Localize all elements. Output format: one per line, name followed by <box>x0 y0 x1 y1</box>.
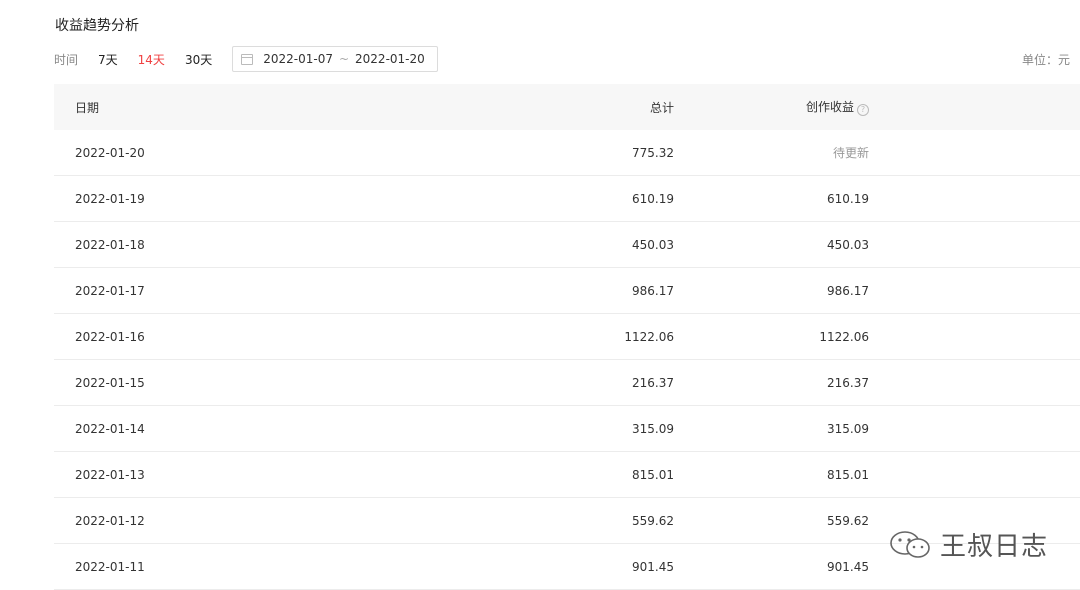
cell-date: 2022-01-16 <box>75 329 145 344</box>
cell-earnings: 216.37 <box>827 375 869 390</box>
cell-earnings: 450.03 <box>827 237 869 252</box>
table-row: 2022-01-19 610.19 610.19 <box>54 176 1080 222</box>
date-range-picker[interactable]: 2022-01-07 ~ 2022-01-20 <box>232 46 439 72</box>
wechat-icon <box>890 530 930 558</box>
table-row: 2022-01-18 450.03 450.03 <box>54 222 1080 268</box>
watermark-text: 王叔日志 <box>940 532 1049 562</box>
column-header-total: 总计 <box>649 100 674 115</box>
table-row: 2022-01-20 775.32 待更新 <box>54 130 1080 176</box>
watermark: 王叔日志 <box>888 526 1048 563</box>
cell-total: 815.01 <box>632 467 674 482</box>
table-row: 2022-01-13 815.01 815.01 <box>54 452 1080 498</box>
earnings-table: 日期 总计 创作收益? 2022-01-20 775.32 待更新 2022-01-1… <box>54 84 1080 590</box>
cell-total: 216.37 <box>632 375 674 390</box>
cell-total: 315.09 <box>632 421 674 436</box>
cell-earnings: 815.01 <box>827 467 869 482</box>
range-14-days[interactable]: 14天 <box>138 51 165 68</box>
table-row: 2022-01-15 216.37 216.37 <box>54 360 1080 406</box>
start-date[interactable]: 2022-01-07 <box>263 52 333 66</box>
cell-earnings: 901.45 <box>827 559 869 574</box>
range-30-days[interactable]: 30天 <box>185 51 212 68</box>
cell-earnings: 610.19 <box>827 191 869 206</box>
table-header: 日期 总计 创作收益? <box>54 84 1080 130</box>
column-header-earnings: 创作收益? <box>674 98 869 116</box>
cell-total: 775.32 <box>632 145 674 160</box>
table-row: 2022-01-17 986.17 986.17 <box>54 268 1080 314</box>
page-title: 收益趋势分析 <box>55 18 139 34</box>
time-filter-bar: 时间 7天 14天 30天 2022-01-07 ~ 2022-01-20 单位… <box>54 45 1070 73</box>
cell-total: 559.62 <box>632 513 674 528</box>
cell-total: 450.03 <box>632 237 674 252</box>
cell-total: 610.19 <box>632 191 674 206</box>
table-row: 2022-01-14 315.09 315.09 <box>54 406 1080 452</box>
cell-date: 2022-01-15 <box>75 375 145 390</box>
cell-date: 2022-01-12 <box>75 513 145 528</box>
cell-date: 2022-01-18 <box>75 237 145 252</box>
cell-total: 1122.06 <box>624 329 674 344</box>
column-header-date: 日期 <box>75 100 100 115</box>
range-7-days[interactable]: 7天 <box>98 51 118 68</box>
cell-date: 2022-01-20 <box>75 145 145 160</box>
cell-date: 2022-01-13 <box>75 467 145 482</box>
cell-date: 2022-01-17 <box>75 283 145 298</box>
cell-earnings: 315.09 <box>827 421 869 436</box>
cell-date: 2022-01-14 <box>75 421 145 436</box>
calendar-icon <box>241 53 254 65</box>
time-label: 时间 <box>54 52 79 67</box>
table-body: 2022-01-20 775.32 待更新 2022-01-19 610.19 610.1… <box>54 130 1080 590</box>
cell-date: 2022-01-11 <box>75 559 145 574</box>
end-date[interactable]: 2022-01-20 <box>355 52 425 66</box>
table-row: 2022-01-16 1122.06 1122.06 <box>54 314 1080 360</box>
cell-earnings: 559.62 <box>827 513 869 528</box>
cell-earnings: 待更新 <box>832 146 869 160</box>
column-header-earnings-label: 创作收益 <box>805 100 854 114</box>
cell-earnings: 1122.06 <box>819 329 869 344</box>
cell-total: 901.45 <box>632 559 674 574</box>
cell-total: 986.17 <box>632 283 674 298</box>
cell-date: 2022-01-19 <box>75 191 145 206</box>
help-icon[interactable]: ? <box>857 104 869 116</box>
unit-label: 单位：元 <box>1021 52 1070 67</box>
date-separator: ~ <box>338 52 350 66</box>
cell-earnings: 986.17 <box>827 283 869 298</box>
